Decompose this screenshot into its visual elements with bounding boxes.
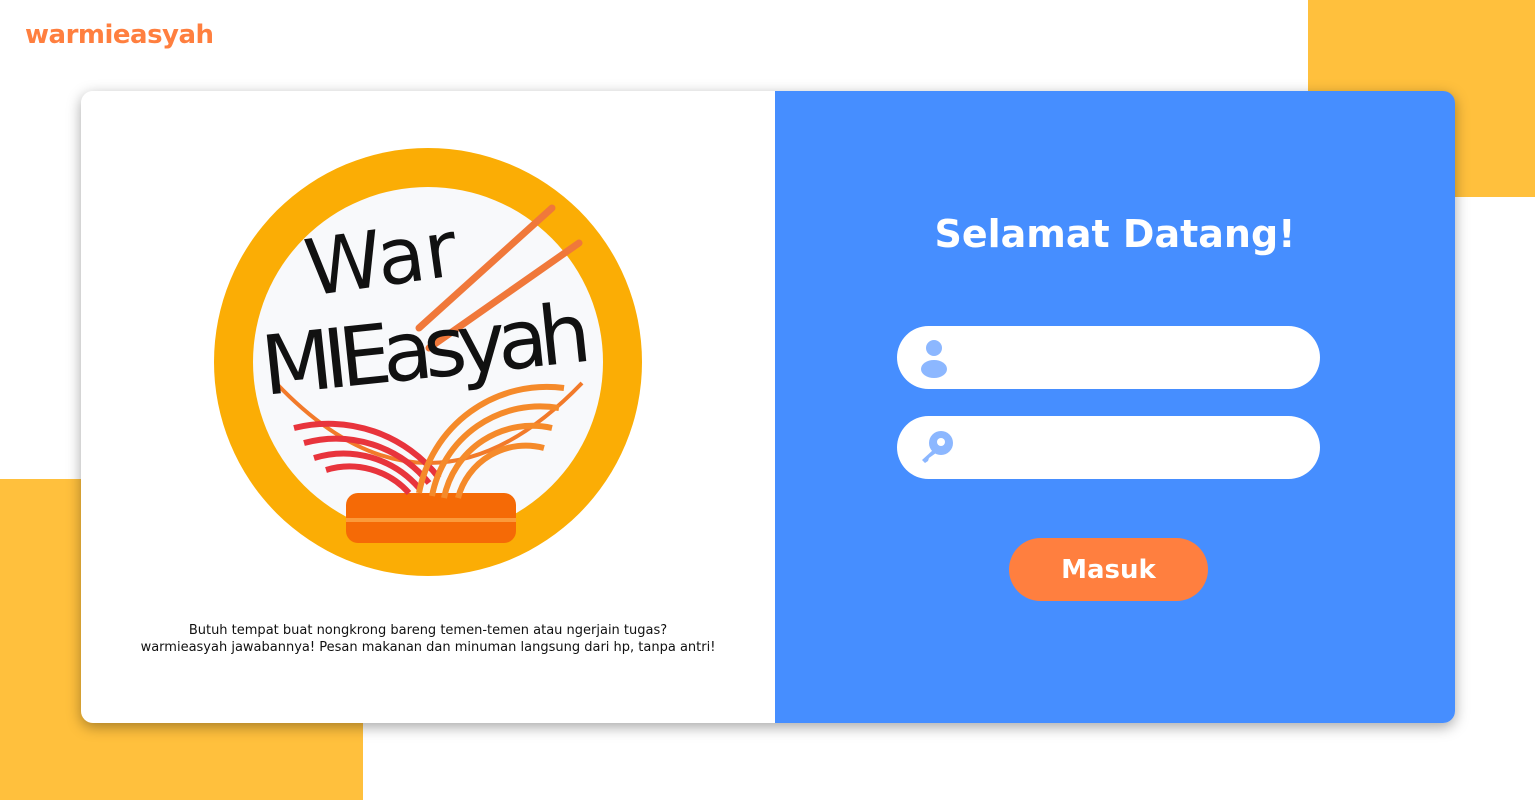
warmieasyah-logo: War MIEasyah [214,148,642,576]
username-input[interactable] [963,325,1292,390]
login-panel: Selamat Datang! Masuk [775,91,1455,723]
login-card: War MIEasyah Butuh tempat buat nongkrong… [81,91,1455,723]
intro-line-2: warmieasyah jawabannya! Pesan makanan da… [140,640,716,655]
intro-panel: War MIEasyah Butuh tempat buat nongkrong… [81,91,775,723]
login-button[interactable]: Masuk [1009,538,1208,601]
password-field[interactable] [897,415,1320,480]
brand-logo-text[interactable]: warmieasyah [25,20,214,50]
password-input[interactable] [969,415,1292,480]
intro-text: Butuh tempat buat nongkrong bareng temen… [81,622,775,656]
welcome-title: Selamat Datang! [934,212,1296,256]
intro-line-1: Butuh tempat buat nongkrong bareng temen… [188,623,668,638]
key-icon [922,430,953,463]
username-field[interactable] [897,325,1320,390]
user-icon [921,339,947,378]
